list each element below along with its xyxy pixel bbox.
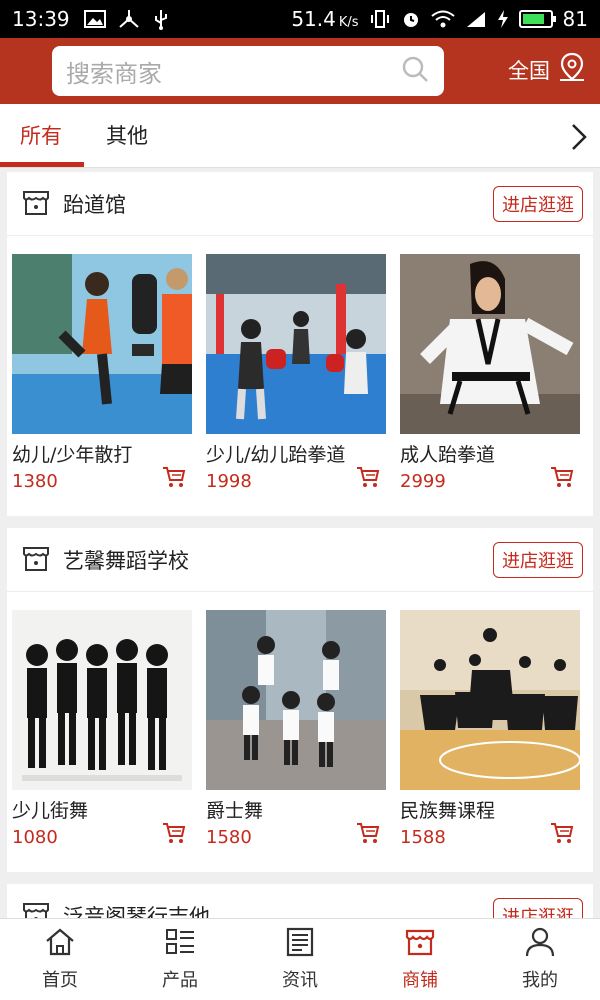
nav-label: 资讯 <box>282 970 318 991</box>
product-card[interactable]: 成人跆拳道 2999 <box>400 254 580 492</box>
nav-item-stores[interactable]: 商铺 <box>360 919 480 1000</box>
nav-item-home[interactable]: 首页 <box>0 919 120 1000</box>
home-icon <box>44 927 76 962</box>
cart-icon[interactable] <box>162 822 186 848</box>
product-card[interactable]: 爵士舞 1580 <box>206 610 386 848</box>
product-card[interactable]: 幼儿/少年散打 1380 <box>12 254 192 492</box>
product-image[interactable] <box>400 254 580 434</box>
product-image[interactable] <box>206 610 386 790</box>
search-placeholder: 搜索商家 <box>66 59 162 88</box>
store-header: 艺馨舞蹈学校 进店逛逛 <box>7 528 593 592</box>
tab-other[interactable]: 其他 <box>106 120 148 150</box>
product-card[interactable]: 民族舞课程 1588 <box>400 610 580 848</box>
nav-label: 首页 <box>42 970 78 991</box>
status-time: 13:39 <box>12 7 70 31</box>
charging-icon <box>497 9 509 29</box>
product-card[interactable]: 少儿街舞 1080 <box>12 610 192 848</box>
product-image[interactable] <box>12 610 192 790</box>
chevron-right-icon[interactable] <box>568 122 590 156</box>
cart-icon[interactable] <box>356 466 380 492</box>
header-bar: 搜索商家 全国 <box>0 38 600 104</box>
store-card: 跆道馆 进店逛逛 幼儿/少年散打 1380 少儿/幼儿跆拳道 1998 成人跆拳… <box>7 172 593 516</box>
product-name: 民族舞课程 <box>400 800 496 822</box>
store-card: 艺馨舞蹈学校 进店逛逛 少儿街舞 1080 爵士舞 1580 民族舞课程 158… <box>7 528 593 872</box>
nav-label: 产品 <box>162 970 198 991</box>
category-tabs: 所有 其他 <box>0 104 600 168</box>
bottom-nav: 首页 产品 资讯 商铺 我的 <box>0 918 600 1000</box>
store-name: 跆道馆 <box>63 192 126 217</box>
nav-item-news[interactable]: 资讯 <box>240 919 360 1000</box>
grid-list-icon <box>164 927 196 962</box>
nav-item-mine[interactable]: 我的 <box>480 919 600 1000</box>
usb-icon <box>152 8 170 30</box>
network-speed: 51.4 K/s <box>291 7 359 31</box>
network-share-icon <box>118 9 140 29</box>
active-tab-indicator <box>0 162 84 167</box>
signal-4g-icon <box>465 10 487 28</box>
product-name: 少儿街舞 <box>12 800 89 822</box>
product-image[interactable] <box>206 254 386 434</box>
cart-icon[interactable] <box>550 822 574 848</box>
product-name: 爵士舞 <box>206 800 264 822</box>
product-name: 幼儿/少年散打 <box>12 444 133 466</box>
battery-level: 81 <box>562 7 588 31</box>
battery-icon <box>518 10 556 28</box>
region-label: 全国 <box>508 58 550 83</box>
image-icon <box>83 10 106 28</box>
store-icon <box>404 927 436 962</box>
cart-icon[interactable] <box>550 466 574 492</box>
store-icon <box>21 543 51 577</box>
status-bar: 13:39 51.4 K/s 81 <box>0 0 600 38</box>
nav-item-products[interactable]: 产品 <box>120 919 240 1000</box>
nav-label: 商铺 <box>402 970 438 991</box>
search-input[interactable]: 搜索商家 <box>52 46 444 96</box>
product-name: 成人跆拳道 <box>400 444 496 466</box>
enter-store-button[interactable]: 进店逛逛 <box>493 185 583 222</box>
product-name: 少儿/幼儿跆拳道 <box>206 444 346 466</box>
region-selector[interactable]: 全国 <box>508 52 586 87</box>
user-icon <box>524 927 556 962</box>
location-pin-icon <box>558 52 586 87</box>
alarm-icon <box>401 9 421 29</box>
store-icon <box>21 187 51 221</box>
wifi-icon <box>430 10 455 28</box>
cart-icon[interactable] <box>162 466 186 492</box>
product-image[interactable] <box>400 610 580 790</box>
battery-fill <box>522 14 544 24</box>
cart-icon[interactable] <box>356 822 380 848</box>
product-card[interactable]: 少儿/幼儿跆拳道 1998 <box>206 254 386 492</box>
nav-label: 我的 <box>522 970 558 991</box>
product-image[interactable] <box>12 254 192 434</box>
store-name: 艺馨舞蹈学校 <box>63 548 189 573</box>
tab-all[interactable]: 所有 <box>20 120 62 150</box>
news-icon <box>284 927 316 962</box>
vibrate-icon <box>369 9 391 29</box>
enter-store-button[interactable]: 进店逛逛 <box>493 541 583 578</box>
search-icon[interactable] <box>400 54 430 88</box>
store-header: 跆道馆 进店逛逛 <box>7 172 593 236</box>
